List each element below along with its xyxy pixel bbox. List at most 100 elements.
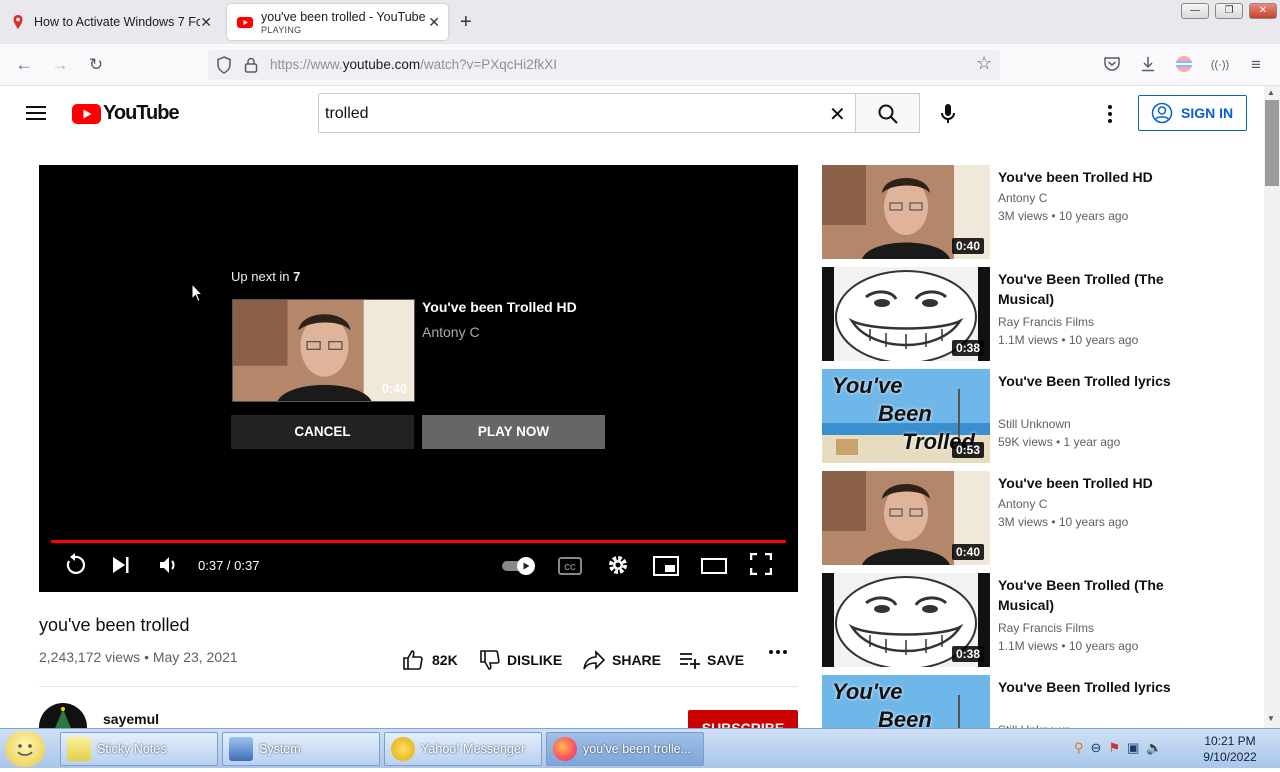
- tab-activate-windows[interactable]: How to Activate Windows 7 For ✕: [0, 4, 220, 40]
- sign-in-button[interactable]: SIGN IN: [1138, 95, 1247, 131]
- sign-in-label: SIGN IN: [1181, 105, 1234, 121]
- search-tray-icon[interactable]: ⚲: [1074, 740, 1084, 756]
- next-icon[interactable]: [111, 553, 131, 582]
- video-thumbnail[interactable]: You'veBeenTrolled0:53: [822, 675, 990, 728]
- video-thumbnail[interactable]: You'veBeenTrolled0:53: [822, 369, 990, 463]
- maximize-button[interactable]: ❐: [1215, 3, 1243, 19]
- replay-icon[interactable]: [63, 553, 87, 582]
- channel-avatar[interactable]: [39, 703, 87, 728]
- hamburger-menu-icon[interactable]: [26, 104, 46, 127]
- video-thumbnail[interactable]: 0:38: [822, 573, 990, 667]
- lock-icon[interactable]: [244, 56, 258, 79]
- save-button[interactable]: SAVE: [679, 649, 744, 671]
- theater-mode-icon[interactable]: [701, 558, 727, 579]
- taskbar-sticky-notes[interactable]: Sticky Notes: [60, 732, 218, 766]
- play-now-button[interactable]: PLAY NOW: [422, 415, 605, 449]
- share-button[interactable]: SHARE: [582, 649, 661, 671]
- tab-youtube[interactable]: you've been trolled - YouTube PLAYING ✕: [227, 4, 448, 40]
- reload-icon[interactable]: ↻: [86, 55, 106, 75]
- recommendation-title[interactable]: You've Been Trolled lyrics: [998, 371, 1198, 391]
- like-button[interactable]: 82K: [402, 649, 458, 671]
- scroll-up-icon[interactable]: ▲: [1267, 88, 1275, 97]
- speaker-icon[interactable]: 🔈: [1146, 740, 1162, 756]
- miniplayer-icon[interactable]: [653, 556, 679, 581]
- recommendation-views: 1.1M views • 10 years ago: [998, 333, 1139, 347]
- bookmark-star-icon[interactable]: ☆: [976, 53, 992, 74]
- search-button[interactable]: [856, 93, 920, 133]
- recommendation-views: 3M views • 10 years ago: [998, 209, 1129, 223]
- recommendation-item[interactable]: 0:38 You've Been Trolled (The Musical) Ray…: [822, 267, 1242, 361]
- fullscreen-icon[interactable]: [749, 552, 773, 580]
- action-center-flag-icon[interactable]: ⚑: [1108, 740, 1120, 756]
- subscribe-button[interactable]: SUBSCRIBE: [688, 710, 798, 728]
- recommendation-item[interactable]: 0:40 You've been Trolled HD Antony C 3M vie…: [822, 165, 1242, 259]
- recommendation-title[interactable]: You've Been Trolled (The Musical): [998, 269, 1198, 309]
- search-icon: [878, 104, 898, 124]
- close-tab-icon[interactable]: ✕: [428, 14, 440, 31]
- dislike-button[interactable]: DISLIKE: [479, 649, 562, 671]
- settings-gear-icon[interactable]: [606, 553, 630, 582]
- recommendation-item[interactable]: 0:38 You've Been Trolled (The Musical) Ray…: [822, 573, 1242, 667]
- clock[interactable]: 10:21 PM 9/10/2022: [1200, 734, 1260, 764]
- youtube-favicon-icon: [237, 14, 253, 30]
- search-input[interactable]: [325, 105, 805, 123]
- pocket-icon[interactable]: [1102, 55, 1122, 75]
- up-next-thumbnail[interactable]: 0:40: [232, 299, 415, 402]
- close-tab-icon[interactable]: ✕: [200, 14, 212, 31]
- start-button[interactable]: [5, 731, 45, 767]
- account-avatar-icon[interactable]: [1174, 55, 1194, 75]
- network-icon[interactable]: ▣: [1127, 740, 1139, 756]
- user-circle-icon: [1151, 102, 1173, 124]
- microphone-icon[interactable]: [938, 102, 958, 131]
- progress-bar[interactable]: [51, 540, 786, 543]
- close-window-button[interactable]: ✕: [1249, 3, 1277, 19]
- video-player[interactable]: Up next in 7 0:40 You've been Trolled HD…: [39, 165, 798, 592]
- shield-icon[interactable]: [216, 56, 232, 79]
- recommendation-title[interactable]: You've been Trolled HD: [998, 167, 1198, 187]
- forward-icon[interactable]: →: [50, 55, 70, 75]
- cancel-button[interactable]: CANCEL: [231, 415, 414, 449]
- scroll-down-icon[interactable]: ▼: [1267, 714, 1275, 723]
- recommendation-title[interactable]: You've Been Trolled (The Musical): [998, 575, 1198, 615]
- download-icon[interactable]: [1138, 55, 1158, 75]
- search-box[interactable]: ✕: [318, 93, 856, 133]
- menu-icon[interactable]: ≡: [1246, 55, 1266, 75]
- minimize-button[interactable]: —: [1181, 3, 1209, 19]
- recommendation-title[interactable]: You've been Trolled HD: [998, 473, 1198, 493]
- taskbar-system[interactable]: System: [222, 732, 380, 766]
- autoplay-toggle[interactable]: [501, 556, 537, 581]
- recommendation-channel[interactable]: Ray Francis Films: [998, 621, 1094, 635]
- youtube-logo-icon: [72, 103, 101, 124]
- up-next-title[interactable]: You've been Trolled HD: [422, 299, 577, 315]
- taskbar-firefox[interactable]: you've been trolle...: [546, 732, 704, 766]
- computer-icon: [229, 737, 253, 761]
- recommendation-title[interactable]: You've Been Trolled lyrics: [998, 677, 1198, 697]
- volume-icon[interactable]: [157, 553, 181, 582]
- minus-tray-icon[interactable]: ⊖: [1091, 740, 1102, 756]
- recommendation-views: 3M views • 10 years ago: [998, 515, 1129, 529]
- recommendation-item[interactable]: You'veBeenTrolled0:53 You've Been Trolled…: [822, 369, 1242, 463]
- more-actions-icon[interactable]: [768, 649, 788, 655]
- recommendation-item[interactable]: You'veBeenTrolled0:53 You've Been Trolled…: [822, 675, 1242, 728]
- recommendation-channel[interactable]: Antony C: [998, 497, 1047, 511]
- new-tab-icon[interactable]: +: [460, 11, 472, 34]
- recommendation-channel[interactable]: Antony C: [998, 191, 1047, 205]
- back-icon[interactable]: ←: [14, 55, 34, 75]
- captions-icon[interactable]: CC: [558, 557, 582, 580]
- recommendation-item[interactable]: 0:40 You've been Trolled HD Antony C 3M vie…: [822, 471, 1242, 565]
- more-options-icon[interactable]: [1107, 104, 1113, 129]
- clear-search-icon[interactable]: ✕: [829, 102, 846, 127]
- youtube-logo[interactable]: YouTube: [72, 102, 180, 125]
- recommendation-channel[interactable]: Ray Francis Films: [998, 315, 1094, 329]
- address-bar[interactable]: https://www.youtube.com/watch?v=PXqcHi2f…: [208, 50, 1000, 80]
- taskbar-yahoo-messenger[interactable]: Yahoo! Messenger: [384, 732, 542, 766]
- video-thumbnail[interactable]: 0:38: [822, 267, 990, 361]
- video-thumbnail[interactable]: 0:40: [822, 471, 990, 565]
- extension-icon[interactable]: ((·)): [1210, 55, 1230, 75]
- recommendation-channel[interactable]: Still Unknown: [998, 417, 1071, 431]
- channel-name[interactable]: sayemul: [103, 711, 159, 727]
- duration-badge: 0:38: [951, 340, 984, 356]
- up-next-countdown: Up next in 7: [231, 269, 301, 284]
- video-thumbnail[interactable]: 0:40: [822, 165, 990, 259]
- scrollbar-thumb[interactable]: [1265, 100, 1279, 186]
